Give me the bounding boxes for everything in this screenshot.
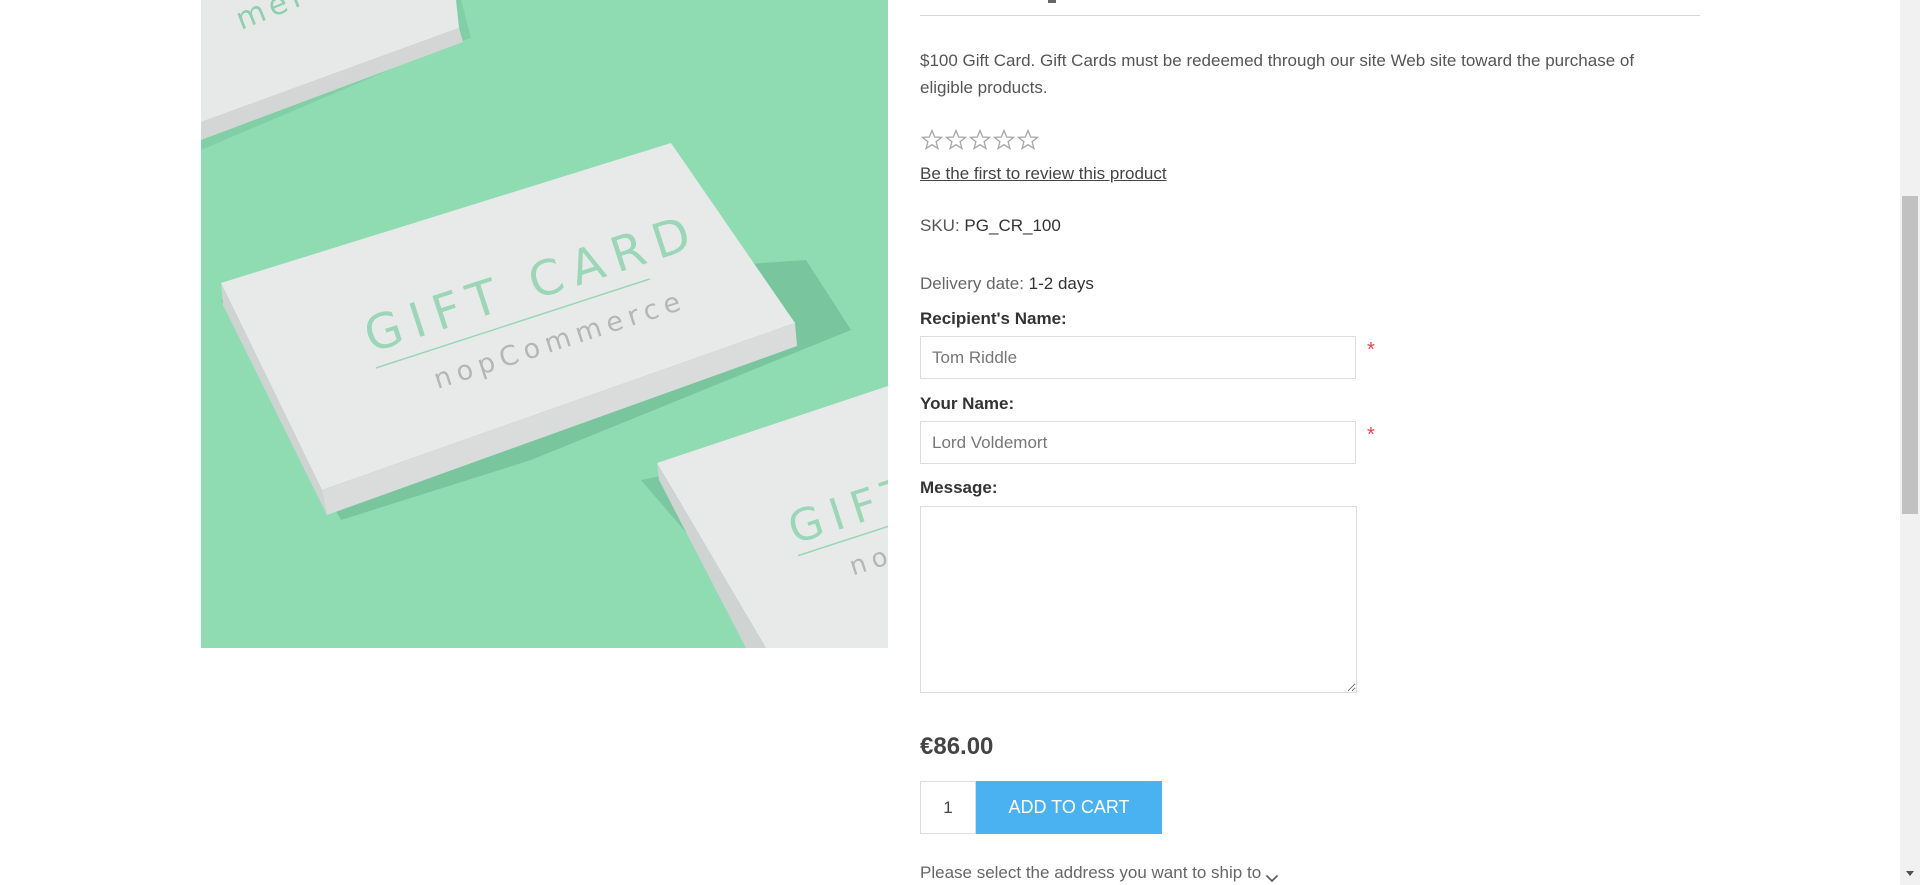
chevron-down-icon xyxy=(1265,868,1279,883)
recipient-name-label: Recipient's Name: xyxy=(920,309,1067,328)
product-rating xyxy=(920,128,1040,152)
sender-name-label: Your Name: xyxy=(920,394,1015,413)
gift-card-photo: merce GIFT CARD nopCommerce xyxy=(201,0,888,648)
sku-label: SKU: xyxy=(920,216,960,235)
product-image[interactable]: merce GIFT CARD nopCommerce xyxy=(201,0,888,648)
required-marker: * xyxy=(1367,339,1375,361)
product-essential: $100 Gift Card. Gift Cards must be redee… xyxy=(920,0,1700,885)
delivery-date: Delivery date: 1-2 days xyxy=(920,274,1094,294)
sku-value: PG_CR_100 xyxy=(964,216,1061,235)
recipient-name-input[interactable] xyxy=(920,336,1356,379)
star-outline-icon xyxy=(1016,128,1040,152)
overview-remnant xyxy=(1048,0,1056,3)
quantity-input[interactable] xyxy=(920,781,976,834)
star-outline-icon xyxy=(920,128,944,152)
product-price: €86.00 xyxy=(920,733,994,760)
short-description: $100 Gift Card. Gift Cards must be redee… xyxy=(920,51,1635,97)
delivery-value: 1-2 days xyxy=(1028,274,1094,293)
product-details-page: merce GIFT CARD nopCommerce xyxy=(0,0,1920,885)
divider xyxy=(920,15,1700,16)
add-to-cart-button[interactable]: ADD TO CART xyxy=(976,781,1162,834)
star-outline-icon xyxy=(944,128,968,152)
star-outline-icon xyxy=(992,128,1016,152)
required-marker: * xyxy=(1367,424,1375,446)
write-review-link[interactable]: Be the first to review this product xyxy=(920,164,1167,184)
ship-to-address-select[interactable]: Please select the address you want to sh… xyxy=(920,863,1279,883)
message-label: Message: xyxy=(920,478,998,497)
message-textarea[interactable] xyxy=(920,506,1357,693)
sku: SKU: PG_CR_100 xyxy=(920,216,1061,236)
star-outline-icon xyxy=(968,128,992,152)
scrollbar-thumb[interactable] xyxy=(1902,196,1918,514)
delivery-label: Delivery date: xyxy=(920,274,1024,293)
ship-to-label: Please select the address you want to sh… xyxy=(920,863,1262,882)
scroll-down-arrow-icon[interactable] xyxy=(1906,871,1914,876)
sender-name-input[interactable] xyxy=(920,421,1356,464)
